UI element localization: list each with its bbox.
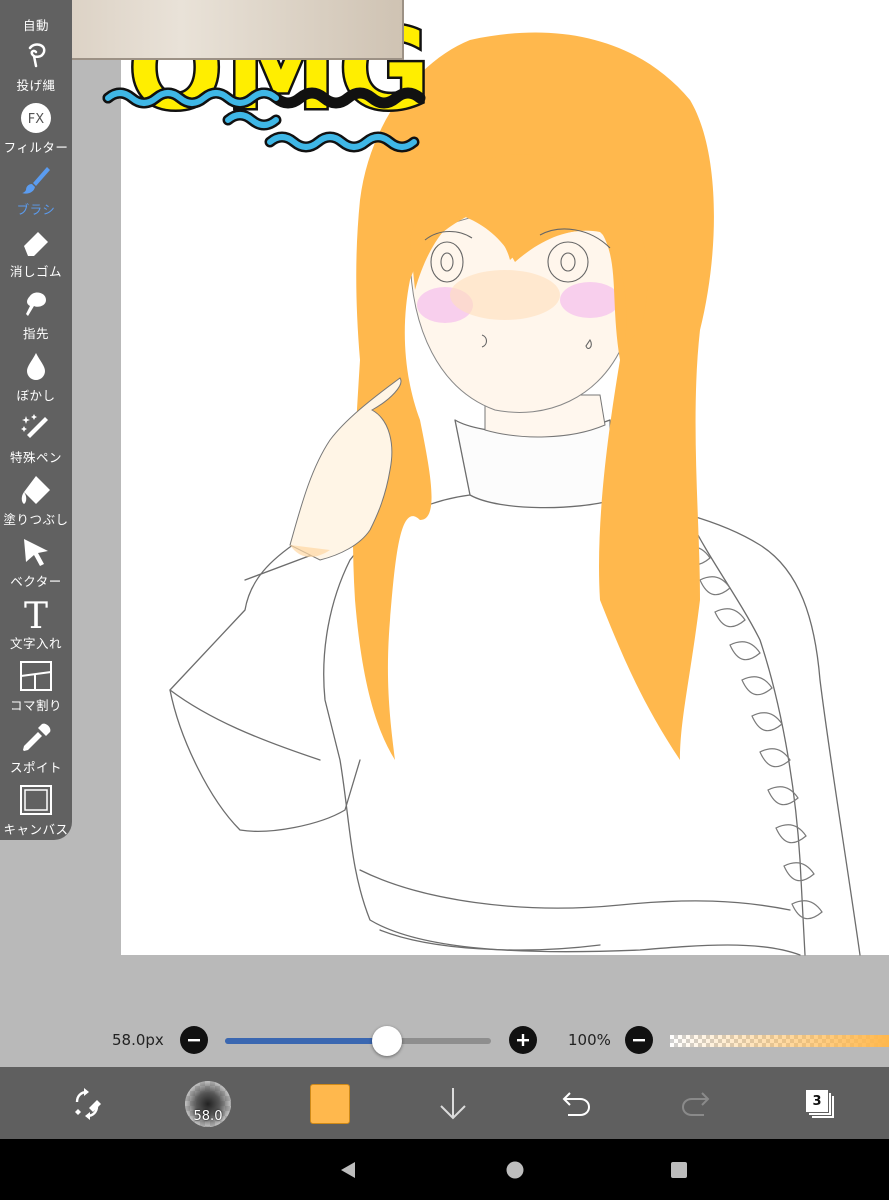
canvas-frame-icon	[19, 783, 53, 817]
tool-filter[interactable]: FX フィルター	[0, 96, 72, 156]
tool-brush[interactable]: ブラシ	[0, 158, 72, 218]
home-circle-icon	[506, 1161, 524, 1179]
undo-icon	[562, 1092, 591, 1116]
reference-photo-thumbnail	[34, 0, 404, 60]
vector-arrow-icon	[19, 535, 53, 569]
artwork-illustration: OMG	[102, 3, 861, 956]
tool-label: 消しゴム	[9, 264, 62, 279]
tool-label: ブラシ	[16, 202, 56, 217]
tool-text[interactable]: T 文字入れ	[0, 592, 72, 652]
brush-size-slider-handle[interactable]	[372, 1026, 403, 1056]
lasso-icon	[19, 39, 53, 73]
brush-size-slider-fill	[225, 1038, 388, 1044]
brush-settings-bar: 58.0px 100%	[0, 1015, 889, 1067]
auto-select-icon	[19, 0, 53, 13]
recents-square-icon	[671, 1162, 687, 1178]
back-triangle-icon	[341, 1162, 355, 1178]
fx-filter-icon: FX	[19, 101, 53, 135]
undo-button[interactable]	[552, 1081, 598, 1127]
workspace[interactable]: OMG	[0, 0, 889, 1015]
opacity-slider[interactable]	[670, 1035, 889, 1047]
tool-special-pen[interactable]: 特殊ペン	[0, 406, 72, 466]
tool-label: 塗りつぶし	[3, 512, 69, 527]
brush-size-readout: 58.0px	[112, 1031, 164, 1049]
brush-size-increase-button[interactable]	[509, 1026, 537, 1054]
tool-canvas[interactable]: キャンバス	[0, 778, 72, 838]
special-pen-icon	[19, 411, 53, 445]
finger-smudge-icon	[19, 287, 53, 321]
home-button[interactable]	[503, 1158, 527, 1182]
eyedropper-icon	[19, 721, 53, 755]
tool-label: 自動	[22, 18, 49, 33]
tool-label: ぼかし	[16, 388, 56, 403]
blur-drop-icon	[19, 349, 53, 383]
opacity-decrease-button[interactable]	[625, 1026, 653, 1054]
tool-label: コマ割り	[9, 698, 62, 713]
minus-icon	[633, 1039, 645, 1042]
tool-eraser[interactable]: 消しゴム	[0, 220, 72, 280]
tool-eyedropper[interactable]: スポイト	[0, 716, 72, 776]
minus-icon	[188, 1039, 200, 1042]
svg-text:T: T	[24, 596, 48, 632]
redo-button[interactable]	[674, 1081, 720, 1127]
plus-icon	[517, 1034, 529, 1046]
tool-label: フィルター	[3, 140, 69, 155]
tool-blur[interactable]: ぼかし	[0, 344, 72, 404]
color-picker-button[interactable]	[307, 1081, 353, 1127]
transform-swap-icon	[75, 1088, 101, 1120]
recents-button[interactable]	[667, 1158, 691, 1182]
tool-palette: 自動 投げ縄 FX フィルター ブラシ 消しゴム 指先 ぼかし 特殊ペン 塗りつ…	[0, 0, 72, 840]
redo-icon	[681, 1092, 710, 1116]
text-t-icon: T	[19, 596, 53, 632]
brush-size-slider[interactable]	[225, 1026, 491, 1056]
arrow-down-button[interactable]	[430, 1081, 476, 1127]
brush-icon	[19, 163, 53, 197]
tool-lasso[interactable]: 投げ縄	[0, 34, 72, 94]
brush-preview-size: 58.0	[193, 1109, 223, 1124]
tool-label: スポイト	[9, 760, 62, 775]
tool-label: 指先	[22, 326, 49, 341]
back-button[interactable]	[336, 1158, 360, 1182]
panel-divide-icon	[19, 659, 53, 693]
tool-label: キャンバス	[3, 822, 69, 837]
tool-label: ベクター	[10, 574, 62, 589]
tool-finger[interactable]: 指先	[0, 282, 72, 342]
color-swatch	[310, 1084, 350, 1124]
layers-button[interactable]: 3	[796, 1081, 842, 1127]
tool-label: 特殊ペン	[9, 450, 62, 465]
system-navigation-bar	[0, 1139, 889, 1200]
tool-vector[interactable]: ベクター	[0, 530, 72, 590]
tool-label: 文字入れ	[9, 636, 62, 651]
tool-label: 投げ縄	[16, 78, 56, 93]
layers-icon: 3	[802, 1087, 836, 1121]
fill-bucket-icon	[19, 473, 53, 507]
tool-panel-divide[interactable]: コマ割り	[0, 654, 72, 714]
transform-swap-button[interactable]	[64, 1081, 110, 1127]
brush-preview-icon: 58.0	[185, 1081, 231, 1127]
brush-preview-button[interactable]: 58.0	[185, 1081, 231, 1127]
opacity-readout: 100%	[568, 1031, 611, 1049]
arrow-down-icon	[440, 1088, 466, 1120]
tool-auto-select[interactable]: 自動	[0, 0, 72, 34]
tool-fill[interactable]: 塗りつぶし	[0, 468, 72, 528]
bottom-toolbar: 58.0 3	[0, 1067, 889, 1139]
svg-text:FX: FX	[28, 112, 44, 127]
eraser-icon	[19, 225, 53, 259]
layer-count: 3	[806, 1090, 828, 1112]
brush-size-decrease-button[interactable]	[180, 1026, 208, 1054]
